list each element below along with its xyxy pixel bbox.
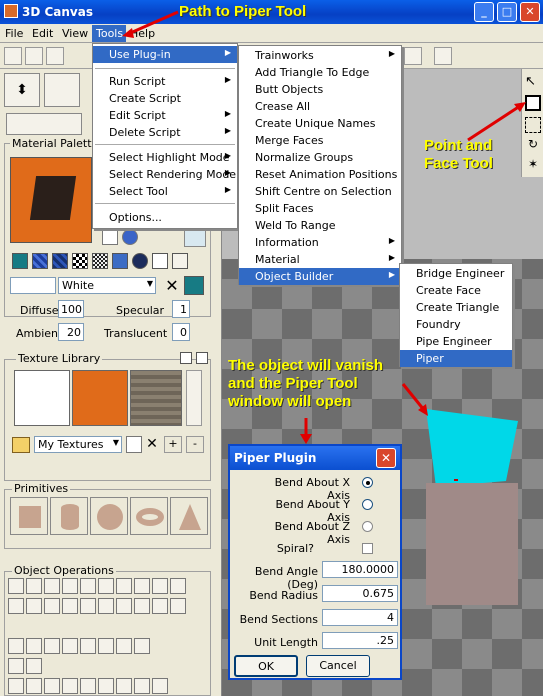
arrow-to-tools (127, 10, 179, 36)
arrow-head (300, 434, 312, 444)
arrow-to-object (401, 383, 426, 411)
annotation-arrows (122, 10, 526, 444)
arrow-to-tool (467, 104, 521, 142)
arrow-head (122, 28, 134, 38)
